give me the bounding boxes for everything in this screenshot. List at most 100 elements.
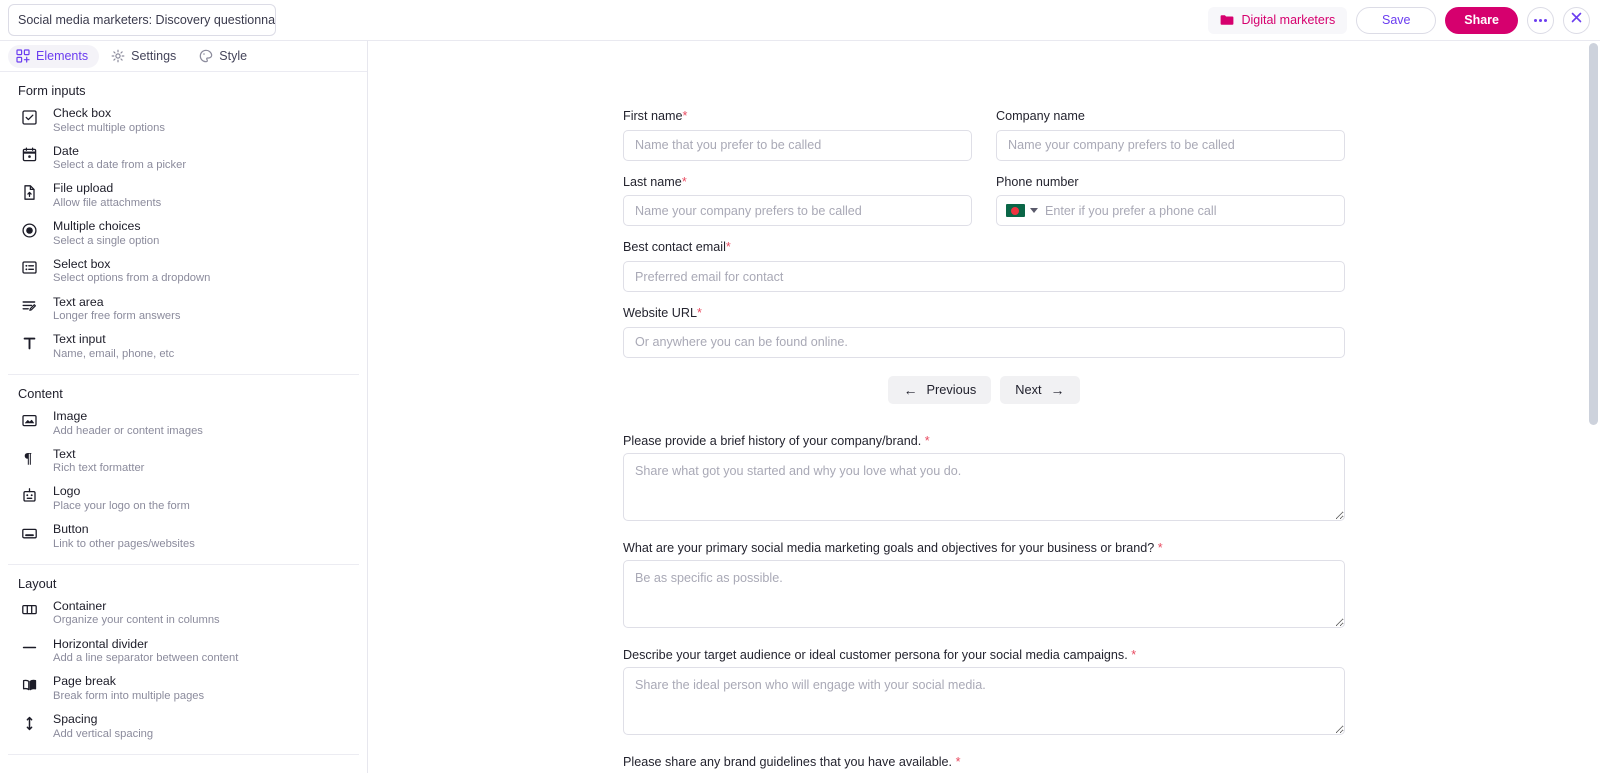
- target-audience-textarea[interactable]: [623, 667, 1345, 735]
- element-spacing[interactable]: Spacing Add vertical spacing: [8, 707, 359, 745]
- tab-elements[interactable]: Elements: [8, 45, 99, 68]
- save-button[interactable]: Save: [1356, 7, 1436, 34]
- field-website-url: Website URL*: [623, 306, 1345, 358]
- first-name-col: First name* Last name*: [623, 109, 972, 240]
- website-url-input[interactable]: [623, 327, 1345, 358]
- element-container[interactable]: Container Organize your content in colum…: [8, 594, 359, 632]
- element-name: Page break: [53, 674, 204, 689]
- element-desc: Select options from a dropdown: [53, 272, 210, 285]
- question-label: What are your primary social media marke…: [623, 541, 1345, 555]
- question-brand-guidelines: Please share any brand guidelines that y…: [623, 755, 1345, 773]
- tab-style[interactable]: Style: [191, 45, 258, 68]
- element-check-box[interactable]: Check box Select multiple options: [8, 101, 359, 139]
- chevron-down-icon: [1030, 208, 1038, 213]
- page-navigation: ← Previous Next →: [623, 376, 1345, 404]
- question-label: Please share any brand guidelines that y…: [623, 755, 1345, 769]
- element-name: Text area: [53, 295, 180, 310]
- country-code-selector[interactable]: [997, 196, 1045, 225]
- toolbar-actions: Digital marketers Save Share: [1208, 7, 1590, 34]
- previous-button[interactable]: ← Previous: [888, 376, 991, 404]
- spacing-arrows-icon: [18, 712, 40, 734]
- more-options-button[interactable]: [1527, 7, 1554, 34]
- required-mark: *: [956, 755, 961, 769]
- element-text: Multiple choices Select a single option: [53, 218, 159, 248]
- palette-icon: [199, 49, 213, 63]
- tab-elements-label: Elements: [36, 49, 88, 63]
- required-mark: *: [682, 109, 687, 123]
- marketing-goals-textarea[interactable]: [623, 560, 1345, 628]
- company-phone-col: Company name Phone number: [996, 109, 1345, 240]
- phone-number-input[interactable]: [1045, 196, 1344, 225]
- main-body: Elements Settings: [0, 40, 1600, 773]
- element-multiple-choices[interactable]: Multiple choices Select a single option: [8, 214, 359, 252]
- question-marketing-goals: What are your primary social media marke…: [623, 541, 1345, 633]
- required-mark: *: [682, 175, 687, 189]
- element-text: Container Organize your content in colum…: [53, 598, 220, 628]
- element-name: Multiple choices: [53, 219, 159, 234]
- first-name-input[interactable]: [623, 130, 972, 161]
- phone-input-wrapper: [996, 195, 1345, 226]
- share-button[interactable]: Share: [1445, 7, 1518, 34]
- section-content: Content Image Add header or content imag…: [8, 375, 359, 565]
- svg-text:¶: ¶: [24, 451, 32, 467]
- question-label: Please provide a brief history of your c…: [623, 434, 1345, 448]
- element-name: Button: [53, 522, 195, 537]
- element-text: Check box Select multiple options: [53, 105, 165, 135]
- element-desc: Link to other pages/websites: [53, 538, 195, 551]
- next-label: Next: [1015, 382, 1041, 397]
- element-text: Page break Break form into multiple page…: [53, 673, 204, 703]
- scrollbar-thumb[interactable]: [1589, 43, 1598, 425]
- bangladesh-flag-icon: [1006, 204, 1025, 217]
- element-date[interactable]: Date Select a date from a picker: [8, 139, 359, 177]
- element-page-break[interactable]: Page break Break form into multiple page…: [8, 669, 359, 707]
- element-image[interactable]: Image Add header or content images: [8, 404, 359, 442]
- website-url-label: Website URL*: [623, 306, 1345, 322]
- element-desc: Allow file attachments: [53, 197, 161, 210]
- company-history-textarea[interactable]: [623, 453, 1345, 521]
- next-button[interactable]: Next →: [1000, 376, 1079, 404]
- question-company-history: Please provide a brief history of your c…: [623, 434, 1345, 526]
- element-text: File upload Allow file attachments: [53, 180, 161, 210]
- element-select-box[interactable]: Select box Select options from a dropdow…: [8, 252, 359, 290]
- section-title: Layout: [8, 565, 359, 594]
- folder-chip[interactable]: Digital marketers: [1208, 7, 1347, 34]
- last-name-label: Last name*: [623, 175, 972, 191]
- button-icon: [18, 522, 40, 544]
- best-contact-email-input[interactable]: [623, 261, 1345, 292]
- tab-settings[interactable]: Settings: [103, 45, 187, 68]
- field-last-name: Last name*: [623, 175, 972, 227]
- text-area-icon: [18, 295, 40, 317]
- element-name: Spacing: [53, 712, 153, 727]
- form-builder-app: Social media marketers: Discovery questi…: [0, 0, 1600, 773]
- required-mark: *: [726, 240, 731, 254]
- section-title: Content: [8, 375, 359, 404]
- element-name: Horizontal divider: [53, 637, 238, 652]
- element-desc: Add vertical spacing: [53, 728, 153, 741]
- element-text-input[interactable]: Text input Name, email, phone, etc: [8, 327, 359, 365]
- elements-grid-icon: [16, 49, 30, 63]
- canvas-scrollbar[interactable]: [1589, 41, 1598, 773]
- company-name-input[interactable]: [996, 130, 1345, 161]
- section-form-inputs: Form inputs Check box Select multiple op…: [8, 72, 359, 375]
- field-best-contact-email: Best contact email*: [623, 240, 1345, 292]
- form-title-input[interactable]: Social media marketers: Discovery questi…: [8, 4, 276, 36]
- required-mark: *: [1131, 648, 1136, 662]
- element-horizontal-divider[interactable]: Horizontal divider Add a line separator …: [8, 632, 359, 670]
- element-desc: Select a date from a picker: [53, 159, 186, 172]
- element-name: Text input: [53, 332, 174, 347]
- select-list-icon: [18, 257, 40, 279]
- section-title: Form inputs: [8, 72, 359, 101]
- element-file-upload[interactable]: File upload Allow file attachments: [8, 176, 359, 214]
- close-button[interactable]: [1563, 7, 1590, 34]
- element-name: Text: [53, 447, 144, 462]
- element-text[interactable]: ¶ Text Rich text formatter: [8, 442, 359, 480]
- field-company-name: Company name: [996, 109, 1345, 161]
- element-text-area[interactable]: Text area Longer free form answers: [8, 290, 359, 328]
- divider-icon: [18, 637, 40, 659]
- arrow-left-icon: ←: [903, 383, 917, 397]
- element-desc: Longer free form answers: [53, 310, 180, 323]
- name-company-row: First name* Last name* Company name: [623, 109, 1345, 240]
- element-logo[interactable]: Logo Place your logo on the form: [8, 479, 359, 517]
- element-button[interactable]: Button Link to other pages/websites: [8, 517, 359, 555]
- last-name-input[interactable]: [623, 195, 972, 226]
